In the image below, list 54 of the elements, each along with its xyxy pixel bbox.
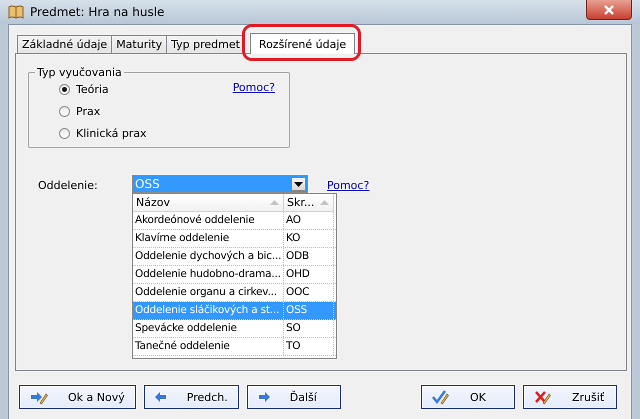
list-row[interactable]: Oddelenie dychových a bic... ODB (133, 248, 336, 266)
name-cell: Akordeónové oddelenie (133, 212, 284, 229)
dialog-button[interactable]: OK (421, 385, 515, 409)
list-row[interactable]: Akordeónové oddelenie AO (133, 212, 336, 230)
radio-label[interactable]: Teória (76, 82, 109, 96)
right-arrow-icon (258, 392, 270, 402)
code-cell: OSS (284, 302, 334, 319)
radio-button[interactable] (59, 106, 70, 116)
column-header[interactable]: Názov (133, 194, 284, 212)
code-cell: AO (284, 212, 334, 229)
sort-icon (270, 200, 279, 205)
sort-icon (320, 200, 329, 205)
group-label: Typ vyučovania (36, 66, 123, 79)
name-cell: Klavírne oddelenie (133, 230, 284, 247)
tab[interactable]: Maturity (111, 35, 168, 53)
code-cell: TO (284, 338, 334, 355)
name-cell: Oddelenie sláčikových a st... (133, 302, 284, 319)
arrow-pencil-icon (30, 389, 48, 405)
code-cell: ODB (284, 248, 334, 265)
name-cell: Tanečné oddelenie (133, 338, 284, 355)
cross-pencil-icon (534, 389, 552, 405)
name-cell: Oddelenie dychových a bic... (133, 248, 284, 265)
tab[interactable]: Základné údaje (17, 35, 112, 53)
left-arrow-icon (154, 392, 167, 402)
name-cell: Oddelenie organu a cirkev... (133, 284, 284, 301)
list-row[interactable]: Oddelenie hudobno-drama... OHD (133, 266, 336, 284)
field-label: Oddelenie: (38, 179, 99, 192)
tab[interactable]: Typ predmet (166, 35, 245, 53)
code-cell: KO (284, 230, 334, 247)
dialog-button[interactable]: Ok a Nový (19, 385, 136, 409)
close-icon (603, 4, 615, 14)
radio-label[interactable]: Prax (76, 104, 100, 118)
tab[interactable]: Rozšírené údaje (250, 33, 356, 54)
radio-button[interactable] (59, 128, 70, 138)
radio-label[interactable]: Klinická prax (76, 126, 147, 140)
list-row[interactable]: Klavírne oddelenie KO (133, 230, 336, 248)
name-cell: Oddelenie hudobno-drama... (133, 266, 284, 283)
book-icon (8, 5, 24, 19)
close-button[interactable] (586, 0, 632, 20)
list-row[interactable]: Spevácke oddelenie SO (133, 320, 336, 338)
radio-button[interactable] (59, 84, 70, 94)
help-link[interactable]: Pomoc? (232, 81, 275, 141)
name-cell: Spevácke oddelenie (133, 320, 284, 337)
check-pencil-icon (432, 389, 450, 405)
code-cell: OOC (284, 284, 334, 301)
dialog-button[interactable]: Zrušiť (523, 385, 617, 409)
list-row[interactable]: Tanečné oddelenie TO (133, 338, 336, 356)
window-title: Predmet: Hra na husle (30, 5, 164, 19)
column-header[interactable]: Skr... (284, 194, 334, 212)
code-cell: SO (284, 320, 334, 337)
code-cell: OHD (284, 266, 334, 283)
dialog-button[interactable]: Predch. (144, 385, 239, 409)
help-link[interactable]: Pomoc? (327, 179, 370, 192)
dialog-button[interactable]: Ďalší (246, 385, 341, 409)
